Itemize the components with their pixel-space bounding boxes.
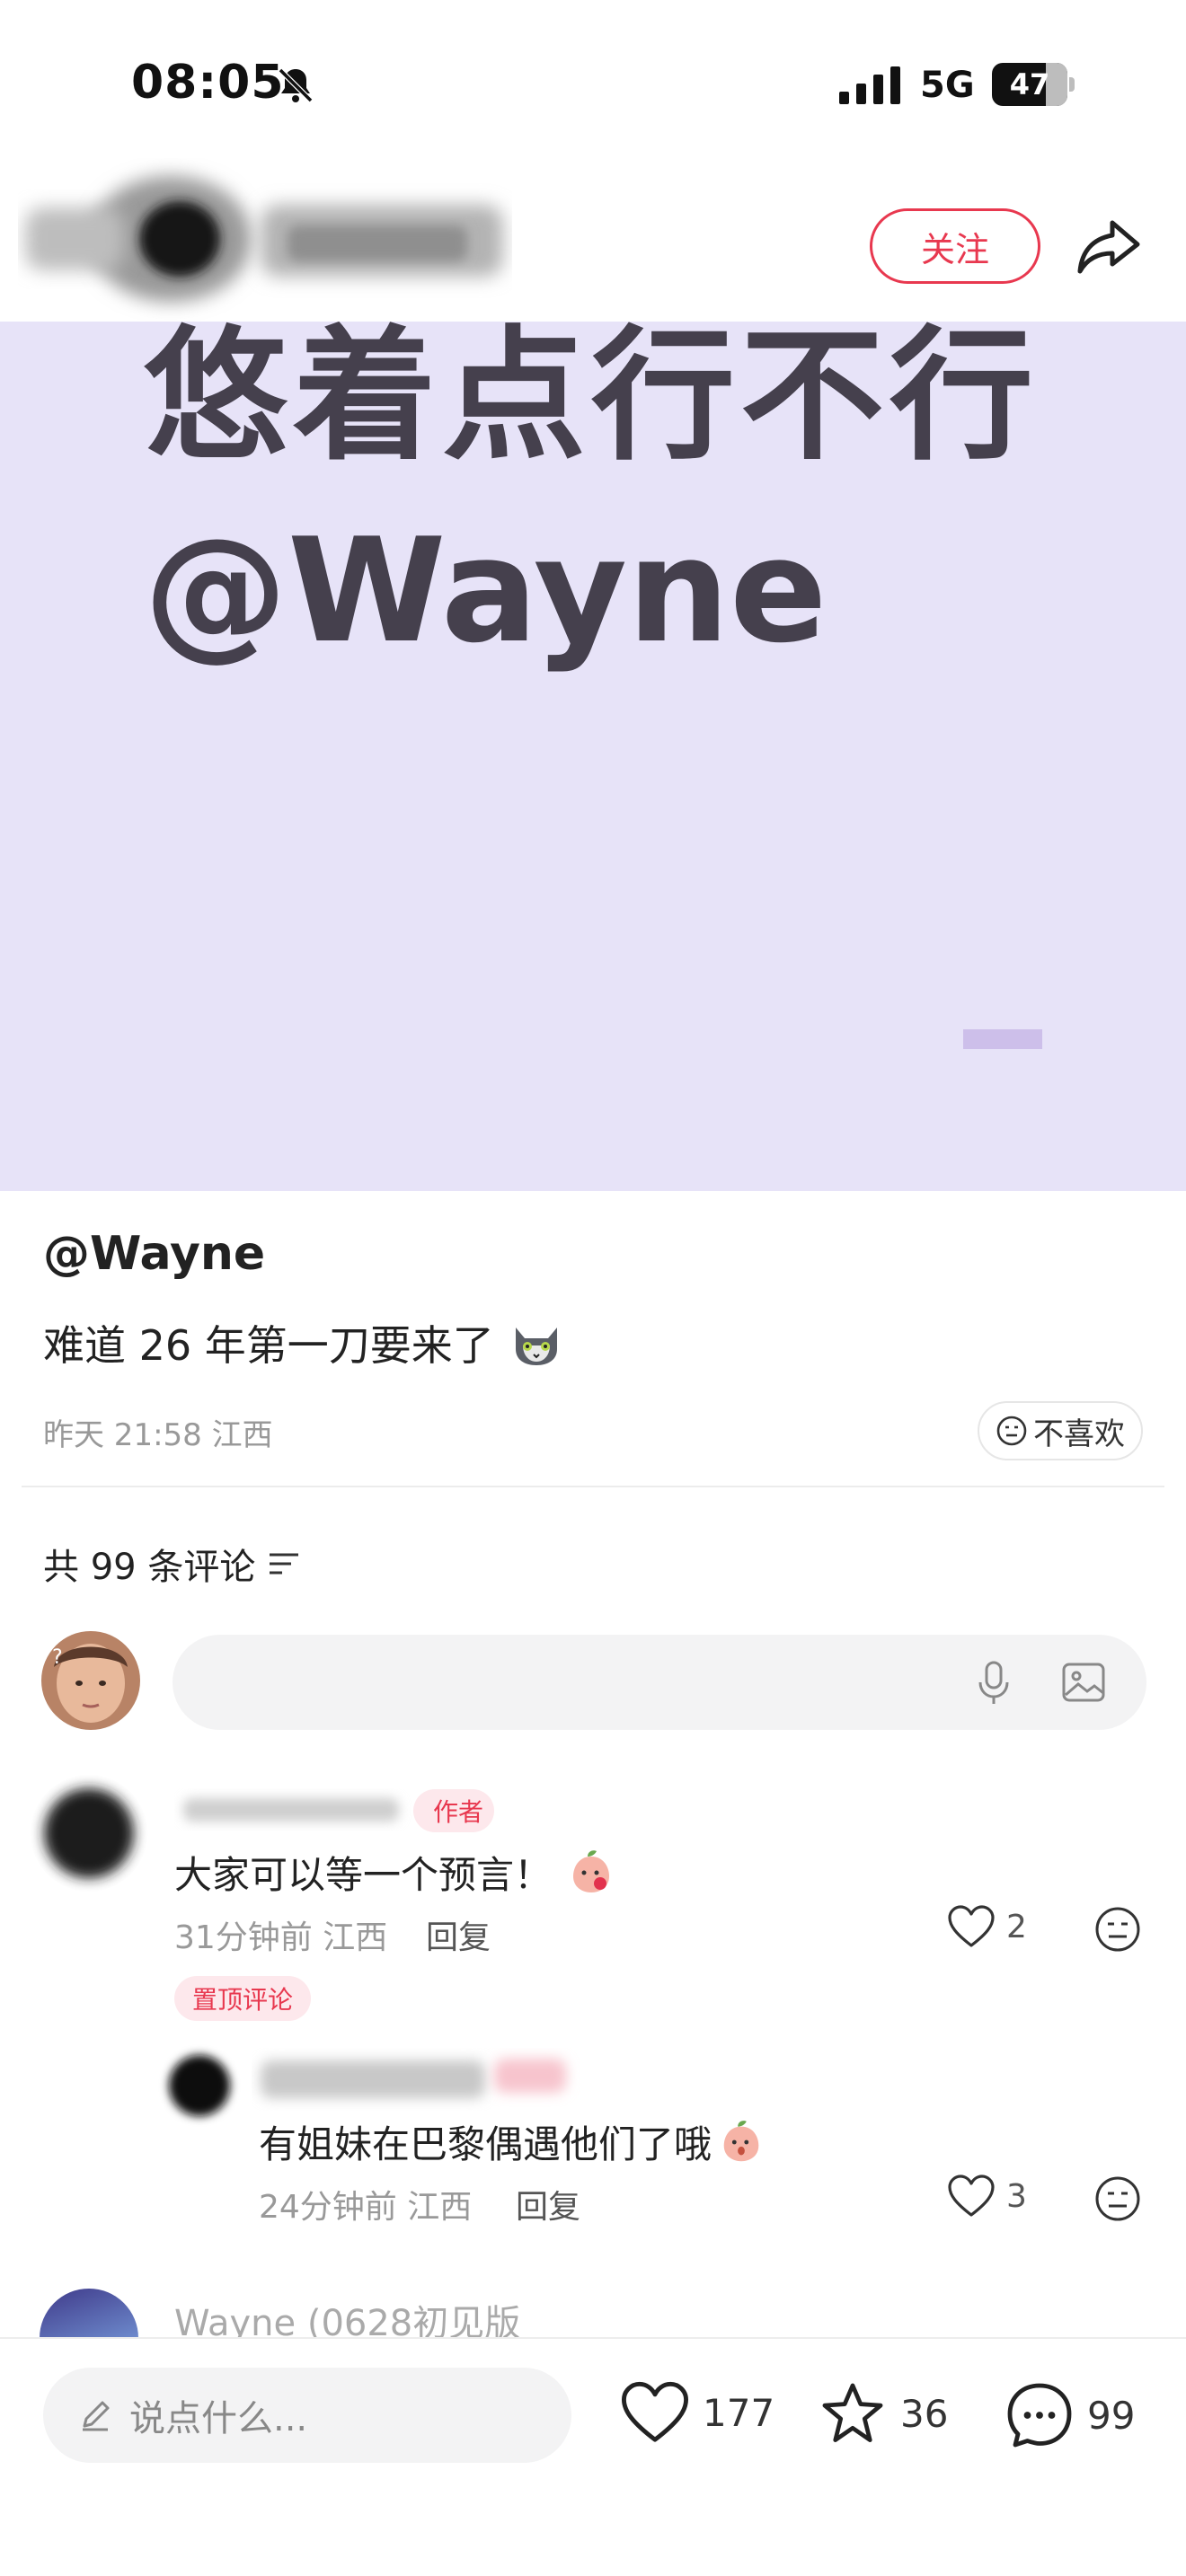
note-description-text: 难道 26 年第一刀要来了 — [43, 1321, 494, 1370]
peach-emoji-icon — [573, 1849, 610, 1892]
comment-like-button[interactable]: 2 — [947, 1904, 1027, 1949]
bell-slash-icon — [277, 66, 314, 104]
heart-icon — [948, 2175, 995, 2217]
comment-count: 99 — [1087, 2393, 1136, 2438]
cover-text-line-2: @Wayne — [144, 507, 828, 675]
heart-icon — [948, 1905, 995, 1947]
commenter-avatar-blurred[interactable] — [31, 1775, 147, 1892]
dislike-button[interactable]: 不喜欢 — [978, 1401, 1143, 1460]
cover-mark — [963, 1029, 1042, 1049]
comment-text-content: 大家可以等一个预言！ — [174, 1853, 553, 1897]
author-tag: 作者 — [413, 1789, 494, 1832]
star-icon — [822, 2383, 883, 2442]
author-avatar-blurred[interactable] — [18, 158, 512, 338]
comments-count[interactable]: 共 99 条评论 — [43, 1538, 300, 1590]
reply-like-count: 3 — [1006, 2177, 1027, 2215]
svg-text:?: ? — [52, 1646, 63, 1669]
reply-text-content: 有姐妹在巴黎偶遇他们了哦 — [259, 2122, 712, 2166]
comment-button[interactable]: 99 — [1005, 2380, 1135, 2450]
neutral-face-icon[interactable] — [1094, 1906, 1141, 1953]
follow-button[interactable]: 关注 — [870, 208, 1040, 284]
say-something-placeholder: 说点什么... — [129, 2398, 308, 2439]
pencil-icon — [83, 2401, 110, 2431]
reply-like-button[interactable]: 3 — [947, 2174, 1027, 2219]
comment-like-count: 2 — [1006, 1908, 1027, 1945]
cover-text-line-1: 悠着点行不行 — [144, 322, 1040, 480]
note-cover-image[interactable]: 悠着点行不行 @Wayne — [0, 322, 1186, 1191]
pinned-comment-tag: 置顶评论 — [174, 1976, 311, 2021]
reply-name-blurred[interactable] — [252, 2048, 593, 2111]
collect-button[interactable]: 36 — [818, 2380, 948, 2447]
network-type: 5G — [920, 65, 975, 106]
status-time: 08:05 — [131, 56, 285, 110]
battery-icon: 47 — [992, 63, 1075, 106]
heart-icon — [621, 2381, 689, 2442]
note-description: 难道 26 年第一刀要来了 — [43, 1313, 562, 1372]
sort-filter-icon[interactable] — [268, 1550, 300, 1577]
like-count: 177 — [703, 2390, 775, 2435]
reply-avatar-blurred[interactable] — [158, 2041, 248, 2130]
like-button[interactable]: 177 — [620, 2380, 774, 2445]
microphone-icon[interactable] — [969, 1657, 1019, 1707]
battery-level-text: 47 — [1009, 67, 1050, 101]
cat-face-emoji-icon — [516, 1328, 558, 1365]
note-meta: 昨天 21:58 江西 — [43, 1417, 273, 1453]
my-avatar[interactable]: ? — [41, 1631, 140, 1730]
signal-icon — [839, 66, 900, 104]
say-something-input[interactable]: 说点什么... — [43, 2368, 571, 2463]
neutral-face-icon — [996, 1416, 1027, 1446]
commenter-name-blurred[interactable] — [174, 1787, 417, 1832]
divider — [22, 1486, 1164, 1487]
share-arrow-icon[interactable] — [1073, 210, 1145, 282]
note-title: @Wayne — [43, 1227, 266, 1281]
reply-button[interactable]: 回复 — [426, 1911, 491, 1958]
comment-meta: 31分钟前 江西 — [174, 1919, 388, 1956]
comment-text: 大家可以等一个预言！ — [174, 1845, 616, 1900]
peach-emoji-icon — [723, 2120, 759, 2161]
comments-count-label: 共 99 条评论 — [43, 1547, 256, 1588]
collect-count: 36 — [900, 2391, 949, 2436]
image-icon[interactable] — [1058, 1657, 1109, 1707]
reply-button[interactable]: 回复 — [516, 2181, 580, 2228]
reply-meta: 24分钟前 江西 — [259, 2189, 473, 2226]
neutral-face-icon[interactable] — [1094, 2175, 1141, 2222]
chat-bubble-icon — [1007, 2383, 1072, 2448]
reply-text: 有姐妹在巴黎偶遇他们了哦 — [259, 2114, 766, 2169]
dislike-label: 不喜欢 — [1033, 1416, 1125, 1452]
